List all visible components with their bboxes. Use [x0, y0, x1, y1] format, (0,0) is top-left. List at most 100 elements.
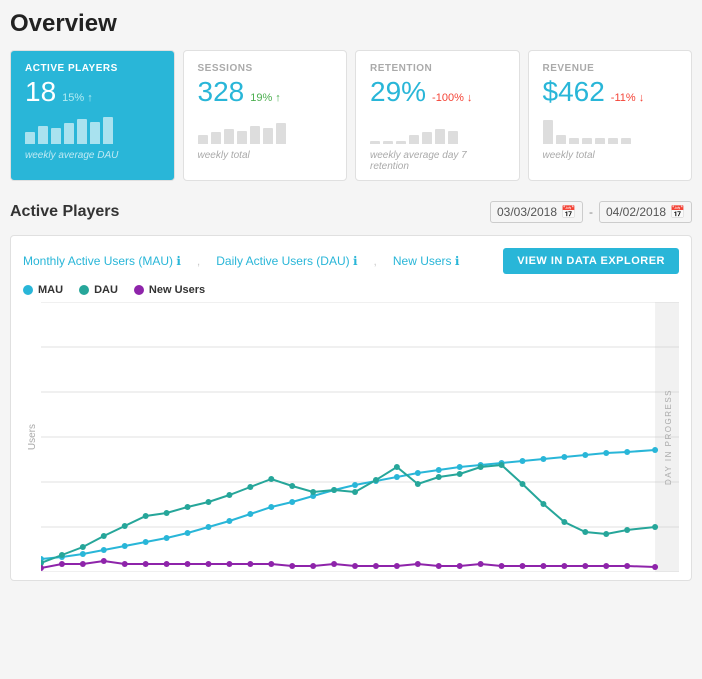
stat-cards-row: ACTIVE PLAYERS 18 15% ↑ weekly average D…	[10, 50, 692, 181]
mau-dot	[561, 454, 567, 460]
mau-dot	[603, 450, 609, 456]
dau-dot	[205, 499, 211, 505]
mau-dot	[352, 482, 358, 488]
new-users-dot	[415, 561, 421, 567]
revenue-bars	[543, 114, 678, 144]
new-users-dot	[457, 563, 463, 569]
mau-dot	[226, 518, 232, 524]
mau-dot	[394, 474, 400, 480]
retention-bars	[370, 114, 505, 144]
new-users-dot	[41, 565, 44, 571]
dau-dot	[436, 474, 442, 480]
new-users-dot	[268, 561, 274, 567]
new-users-dot	[603, 563, 609, 569]
page-title: Overview	[10, 10, 692, 38]
sessions-footer: weekly total	[198, 150, 333, 161]
new-users-dot	[499, 563, 505, 569]
chart-container: Monthly Active Users (MAU) ℹ , Daily Act…	[10, 235, 692, 581]
new-users-legend-label: New Users	[149, 284, 205, 296]
new-users-dot	[289, 563, 295, 569]
stat-card-sessions: SESSIONS 328 19% ↑ weekly total	[183, 50, 348, 181]
dau-dot	[101, 533, 107, 539]
new-users-dot	[164, 561, 170, 567]
revenue-footer: weekly total	[543, 150, 678, 161]
dau-dot	[478, 464, 484, 470]
new-users-dot	[478, 561, 484, 567]
new-users-dot	[582, 563, 588, 569]
new-users-dot	[80, 561, 86, 567]
view-in-data-explorer-button[interactable]: VIEW IN DATA EXPLORER	[503, 248, 679, 274]
mau-metric-link[interactable]: Monthly Active Users (MAU) ℹ	[23, 254, 181, 268]
dau-dot	[80, 544, 86, 550]
date-range-picker[interactable]: 03/03/2018 📅 - 04/02/2018 📅	[490, 201, 692, 223]
new-users-dot	[226, 561, 232, 567]
sessions-bars	[198, 114, 333, 144]
chart-metrics-row: Monthly Active Users (MAU) ℹ , Daily Act…	[23, 248, 679, 274]
active-players-section-header: Active Players 03/03/2018 📅 - 04/02/2018…	[10, 201, 692, 223]
new-users-dot	[373, 563, 379, 569]
new-users-dot	[247, 561, 253, 567]
mau-dot	[520, 458, 526, 464]
dau-dot	[394, 464, 400, 470]
calendar-from-icon: 📅	[561, 205, 576, 219]
new-users-dot	[624, 563, 630, 569]
mau-dot	[80, 551, 86, 557]
mau-dot	[540, 456, 546, 462]
dau-dot	[520, 481, 526, 487]
retention-label: RETENTION	[370, 63, 505, 74]
legend-new-users: New Users	[134, 284, 205, 296]
metric-sep-2: ,	[374, 254, 377, 268]
metric-sep-1: ,	[197, 254, 200, 268]
new-users-metric-link[interactable]: New Users ℹ	[393, 254, 460, 268]
mau-dot	[436, 467, 442, 473]
calendar-to-icon: 📅	[670, 205, 685, 219]
new-users-dot	[122, 561, 128, 567]
revenue-change: -11% ↓	[611, 92, 644, 104]
dau-dot	[624, 527, 630, 533]
mau-dot	[289, 499, 295, 505]
new-users-dot	[540, 563, 546, 569]
date-from-input[interactable]: 03/03/2018 📅	[490, 201, 583, 223]
retention-footer: weekly average day 7 retention	[370, 150, 505, 172]
dau-dot	[582, 529, 588, 535]
sessions-value: 328	[198, 76, 245, 108]
dau-dot	[373, 477, 379, 483]
new-users-dot	[310, 563, 316, 569]
new-users-dot	[143, 561, 149, 567]
mau-dot	[185, 530, 191, 536]
retention-change: -100% ↓	[432, 92, 472, 104]
dau-dot	[247, 484, 253, 490]
mau-dot	[415, 470, 421, 476]
chart-plot-area: 0 10 20 30 40 50 60 3/4 3/6 3/8 3/10 3/1…	[41, 302, 679, 572]
date-to-input[interactable]: 04/02/2018 📅	[599, 201, 692, 223]
new-users-dot	[561, 563, 567, 569]
mau-dot	[624, 449, 630, 455]
dau-dot	[310, 489, 316, 495]
mau-dot	[247, 511, 253, 517]
sessions-change: 19% ↑	[250, 92, 281, 104]
dau-dot	[415, 481, 421, 487]
mau-dot	[101, 547, 107, 553]
y-axis-label: Users	[27, 424, 38, 450]
mau-dot	[143, 539, 149, 545]
mau-dot	[164, 535, 170, 541]
sessions-label: SESSIONS	[198, 63, 333, 74]
dau-dot	[603, 531, 609, 537]
active-players-footer: weekly average DAU	[25, 150, 160, 161]
dau-dot	[561, 519, 567, 525]
revenue-value: $462	[543, 76, 605, 108]
line-chart-svg: 0 10 20 30 40 50 60 3/4 3/6 3/8 3/10 3/1…	[41, 302, 679, 572]
date-to-value: 04/02/2018	[606, 205, 666, 219]
new-users-dot	[101, 558, 107, 564]
dau-dot	[352, 489, 358, 495]
day-in-progress-text: DAY IN PROGRESS	[664, 389, 673, 485]
active-players-bars	[25, 114, 160, 144]
new-users-legend-dot	[134, 285, 144, 295]
dau-dot	[185, 504, 191, 510]
new-users-dot	[436, 563, 442, 569]
dau-metric-link[interactable]: Daily Active Users (DAU) ℹ	[216, 254, 357, 268]
dau-dot	[540, 501, 546, 507]
dau-dot	[499, 462, 505, 468]
new-users-dot	[394, 563, 400, 569]
date-from-value: 03/03/2018	[497, 205, 557, 219]
